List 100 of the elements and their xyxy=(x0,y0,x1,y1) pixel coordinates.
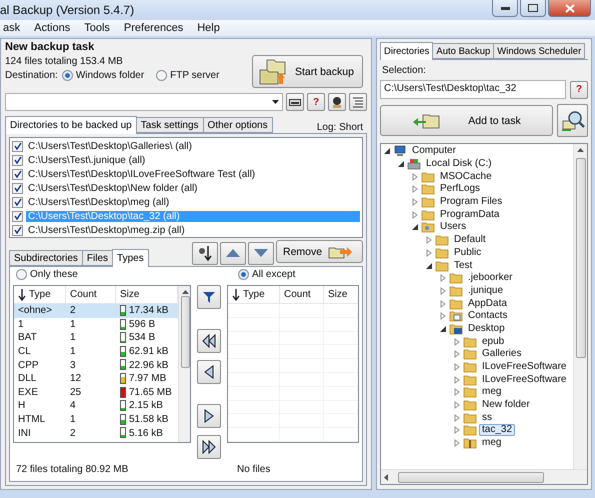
help-button[interactable]: ? xyxy=(570,80,588,98)
table-cell[interactable]: <ohne> xyxy=(14,304,66,318)
maximize-button[interactable] xyxy=(520,0,546,17)
tree-item[interactable]: New folder xyxy=(479,399,533,412)
tab[interactable]: Task settings xyxy=(136,117,204,133)
user-button[interactable] xyxy=(328,93,346,111)
search-button[interactable] xyxy=(557,104,588,137)
remove-button[interactable]: Remove xyxy=(276,240,363,263)
menu-item[interactable]: Actions xyxy=(31,22,74,34)
directory-item[interactable]: C:\Users\Test\Desktop\meg.zip (all) xyxy=(26,224,360,236)
table-cell[interactable]: EXE xyxy=(14,386,66,400)
directory-item[interactable]: C:\Users\Test\Desktop\Galleries\ (all) xyxy=(26,140,360,152)
tree-item[interactable]: PerfLogs xyxy=(437,183,484,196)
folder-icon xyxy=(463,412,477,424)
tab[interactable]: Directories xyxy=(380,42,434,60)
scrollbar[interactable] xyxy=(178,286,190,442)
tree-item[interactable]: Default xyxy=(451,234,489,246)
tree-item[interactable]: .junique xyxy=(465,284,506,297)
scrollbar[interactable] xyxy=(573,144,587,469)
directory-item[interactable]: C:\Users\Test\.junique (all) xyxy=(26,154,360,166)
close-button[interactable] xyxy=(548,0,591,17)
folder-icon xyxy=(463,386,477,398)
list-button[interactable] xyxy=(349,93,367,111)
tree-item[interactable]: Program Files xyxy=(437,196,506,208)
destination-radio[interactable]: Windows folder xyxy=(62,70,144,81)
tree-item[interactable]: .jeboorker xyxy=(465,272,516,284)
menu-item[interactable]: Preferences xyxy=(120,22,186,34)
checkbox[interactable] xyxy=(12,224,23,236)
tree-item[interactable]: AppData xyxy=(465,298,510,310)
tree-item[interactable]: ProgramData xyxy=(437,208,502,221)
tab[interactable]: Types xyxy=(112,249,149,267)
move-all-left-button[interactable] xyxy=(197,329,221,353)
tree-item[interactable]: MSOCache xyxy=(437,170,495,183)
table-cell[interactable]: BAT xyxy=(14,331,66,345)
move-right-button[interactable] xyxy=(197,404,221,428)
move-up-button[interactable] xyxy=(220,242,246,264)
selection-field[interactable]: C:\Users\Test\Desktop\tac_32 xyxy=(380,80,566,99)
tab[interactable]: Other options xyxy=(202,117,273,133)
column-header[interactable]: Count xyxy=(280,286,324,304)
directory-item[interactable]: C:\Users\Test\Desktop\meg (all) xyxy=(26,196,360,208)
checkbox[interactable] xyxy=(12,140,23,152)
tree-item[interactable]: Computer xyxy=(409,145,459,158)
table-cell[interactable]: CPP xyxy=(14,358,66,372)
checkbox[interactable] xyxy=(12,182,23,194)
tab[interactable]: Subdirectories xyxy=(9,250,83,266)
checkbox[interactable] xyxy=(12,154,23,166)
tab[interactable]: Auto Backup xyxy=(432,43,494,59)
checkbox[interactable] xyxy=(12,210,23,222)
column-header[interactable]: Type xyxy=(228,286,280,304)
collapse-arrow-icon[interactable] xyxy=(425,262,433,270)
tree-item[interactable]: epub xyxy=(479,336,508,348)
table-cell[interactable]: CL xyxy=(14,344,66,358)
tree-item[interactable]: Users xyxy=(437,221,470,234)
tree-item[interactable]: tac_32 xyxy=(479,424,516,436)
horizontal-scrollbar[interactable] xyxy=(381,469,587,484)
tree-item[interactable]: ss xyxy=(479,412,495,424)
tree-item[interactable]: meg xyxy=(479,386,504,398)
minimize-icon xyxy=(500,6,510,10)
table-cell[interactable]: H xyxy=(14,399,66,413)
double-left-arrow-icon xyxy=(202,334,216,348)
collapse-arrow-icon[interactable] xyxy=(411,223,419,232)
start-backup-button[interactable]: Start backup xyxy=(252,55,363,88)
move-all-right-button[interactable] xyxy=(197,435,221,459)
move-left-button[interactable] xyxy=(197,360,221,384)
drive-button[interactable] xyxy=(286,93,304,111)
tab[interactable]: Directories to be backed up xyxy=(5,116,137,134)
table-cell[interactable]: INI xyxy=(14,426,66,440)
filter-radio[interactable]: All except xyxy=(238,269,296,280)
tree-item[interactable]: Galleries xyxy=(479,348,524,360)
tree-item[interactable]: Contacts xyxy=(465,310,510,322)
tree-item[interactable]: Local Disk (C:) xyxy=(423,158,495,170)
add-to-task-button[interactable]: Add to task xyxy=(380,105,553,136)
directory-item[interactable]: C:\Users\Test\Desktop\New folder (all) xyxy=(26,182,360,194)
filter-button[interactable] xyxy=(197,285,221,309)
checkbox[interactable] xyxy=(12,196,23,208)
menu-item[interactable]: ask xyxy=(0,22,24,34)
destination-radio[interactable]: FTP server xyxy=(156,70,220,81)
tab[interactable]: Windows Scheduler xyxy=(493,43,586,59)
move-down-button[interactable] xyxy=(248,242,274,264)
tree-item[interactable]: Public xyxy=(451,246,484,259)
tree-item[interactable]: ILoveFreeSoftware xyxy=(479,361,570,374)
help-button[interactable]: ? xyxy=(307,93,325,111)
directory-item[interactable]: C:\Users\Test\Desktop\ILoveFreeSoftware Test (all) xyxy=(26,168,360,180)
filter-radio[interactable]: Only these xyxy=(16,269,230,280)
menu-item[interactable]: Help xyxy=(194,22,223,34)
tree-item[interactable]: meg xyxy=(479,437,504,450)
tree-item[interactable]: Test xyxy=(451,260,476,272)
tab[interactable]: Files xyxy=(82,250,114,266)
tree-item[interactable]: ILoveFreeSoftware xyxy=(479,374,570,386)
table-cell[interactable]: DLL xyxy=(14,372,66,386)
minimize-button[interactable] xyxy=(492,0,518,17)
menu-item[interactable]: Tools xyxy=(81,22,113,34)
checkbox[interactable] xyxy=(12,168,23,180)
sort-button[interactable] xyxy=(192,242,218,264)
table-cell[interactable]: HTML xyxy=(14,412,66,426)
maximize-icon xyxy=(528,4,538,12)
column-header[interactable]: Size xyxy=(324,286,358,304)
collapse-arrow-icon[interactable] xyxy=(439,324,447,333)
table-cell[interactable]: 1 xyxy=(14,318,66,332)
tree-item[interactable]: Desktop xyxy=(465,322,508,335)
